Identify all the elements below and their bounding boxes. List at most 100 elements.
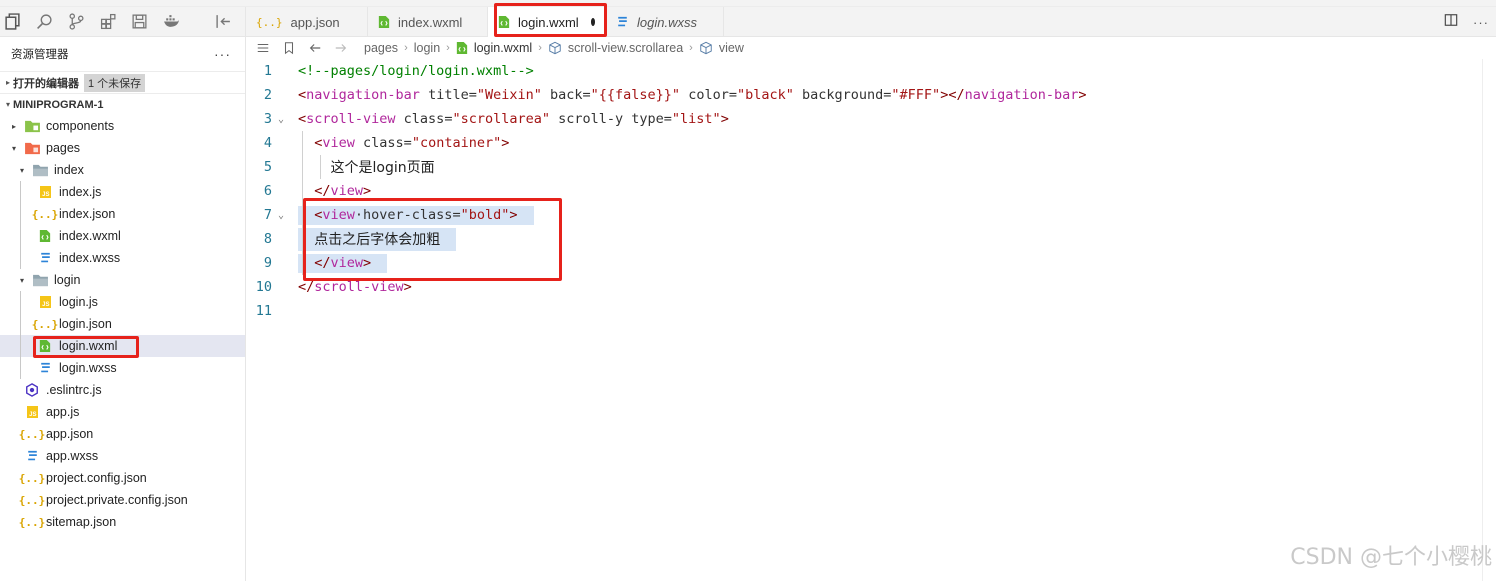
tree-item-label: index.wxss <box>59 251 121 265</box>
chevron-right-icon[interactable]: ▸ <box>8 122 20 131</box>
code-editor[interactable]: 1 <!--pages/login/login.wxml--> 2 <navigati… <box>246 59 1496 581</box>
tree-folder[interactable]: ▸ components <box>0 115 245 137</box>
code-text: 点击之后字体会加粗 <box>298 227 457 251</box>
source-control-icon[interactable] <box>66 11 87 33</box>
json-file-icon: {..} <box>31 207 59 221</box>
breadcrumb-item[interactable]: scroll-view.scrollarea <box>568 41 683 55</box>
code-text: </view> <box>298 183 371 199</box>
search-icon[interactable] <box>34 11 55 33</box>
docker-icon[interactable] <box>161 11 182 33</box>
tree-file[interactable]: index.wxss <box>0 247 245 269</box>
tree-folder[interactable]: ▾ login <box>0 269 245 291</box>
json-file-icon: {..} <box>18 515 46 529</box>
storage-icon[interactable] <box>129 11 150 33</box>
back-arrow-icon[interactable] <box>308 41 322 55</box>
more-actions-icon[interactable]: ··· <box>1466 15 1496 30</box>
more-actions-button[interactable]: ··· <box>214 46 231 62</box>
code-line[interactable]: 2 <navigation-bar title="Weixin" back="{{… <box>246 83 1496 107</box>
tab-label: index.wxml <box>398 14 463 30</box>
files-icon[interactable] <box>2 11 23 33</box>
tree-file[interactable]: .eslintrc.js <box>0 379 245 401</box>
breadcrumb-item[interactable]: login <box>414 41 440 55</box>
split-editor-icon[interactable] <box>1436 13 1466 31</box>
tree-file[interactable]: JS app.js <box>0 401 245 423</box>
breadcrumb-item[interactable]: login.wxml <box>474 41 532 55</box>
code-line[interactable]: 3 ⌄ <scroll-view class="scrollarea" scroll… <box>246 107 1496 131</box>
project-section[interactable]: ▾ MINIPROGRAM-1 <box>0 93 245 115</box>
outline-list-icon[interactable] <box>256 41 270 55</box>
unsaved-dot-icon[interactable] <box>590 18 595 26</box>
tab-label: app.json <box>290 14 340 30</box>
extensions-icon[interactable] <box>98 11 119 33</box>
fold-chevron-icon[interactable]: ⌄ <box>278 210 284 221</box>
breadcrumb-item[interactable]: pages <box>364 41 398 55</box>
line-number: 11 <box>255 303 272 319</box>
tree-file[interactable]: {..} project.config.json <box>0 467 245 489</box>
wxss-file-icon <box>37 250 53 266</box>
tree-file[interactable]: index.wxml <box>0 225 245 247</box>
indent-guide <box>320 155 321 179</box>
explorer-header: 资源管理器 ··· <box>0 37 245 71</box>
tree-item-label: index.js <box>59 185 102 199</box>
token-punc: ></ <box>940 87 965 103</box>
code-line[interactable]: 11 <box>246 299 1496 323</box>
forward-arrow-icon[interactable] <box>334 41 348 55</box>
breadcrumb-item[interactable]: view <box>719 41 744 55</box>
code-line[interactable]: 7 ⌄ <view·hover-class="bold"> <box>246 203 1496 227</box>
token-text: 这个是login页面 <box>330 160 435 176</box>
vertical-scrollbar[interactable] <box>1482 59 1496 581</box>
tree-file[interactable]: {..} login.json <box>0 313 245 335</box>
token-punc: < <box>298 87 307 103</box>
tree-file[interactable]: login.wxml <box>0 335 245 357</box>
json-file-icon: {..} <box>18 471 46 485</box>
token-attr <box>298 232 314 248</box>
code-line[interactable]: 5 这个是login页面 <box>246 155 1496 179</box>
collapse-icon[interactable] <box>213 11 234 33</box>
tree-item-label: login.json <box>59 317 112 331</box>
tree-file[interactable]: {..} index.json <box>0 203 245 225</box>
eslint-file-icon <box>24 382 40 398</box>
tab-login-wxml[interactable]: login.wxml <box>488 7 606 37</box>
chevron-down-icon[interactable]: ▾ <box>16 166 28 175</box>
js-file-icon: JS <box>24 404 40 420</box>
bookmark-icon[interactable] <box>282 41 296 55</box>
json-file-icon: {..} <box>256 15 283 29</box>
tree-file[interactable]: {..} app.json <box>0 423 245 445</box>
tree-file[interactable]: {..} sitemap.json <box>0 511 245 533</box>
code-line[interactable]: 1 <!--pages/login/login.wxml--> <box>246 59 1496 83</box>
code-line[interactable]: 6 </view> <box>246 179 1496 203</box>
chevron-down-icon[interactable]: ▾ <box>16 276 28 285</box>
tree-file[interactable]: JS login.js <box>0 291 245 313</box>
token-punc: > <box>509 206 518 223</box>
code-line[interactable]: 10 </scroll-view> <box>246 275 1496 299</box>
token-punc: < <box>298 111 307 127</box>
code-line[interactable]: 4 <view class="container"> <box>246 131 1496 155</box>
code-line[interactable]: 9 </view> <box>246 251 1496 275</box>
json-file-icon: {..} <box>18 493 46 507</box>
tree-file[interactable]: JS index.js <box>0 181 245 203</box>
tree-item-label: login.wxml <box>59 339 118 353</box>
editor-tabs: {..} app.json index.wxml login.wxml login.wx… <box>246 7 1496 37</box>
code-line[interactable]: 8 点击之后字体会加粗 <box>246 227 1496 251</box>
chevron-right-icon: › <box>404 42 408 54</box>
tree-folder[interactable]: ▾ pages <box>0 137 245 159</box>
fold-chevron-icon[interactable]: ⌄ <box>278 114 284 125</box>
token-str: "Weixin" <box>476 87 542 103</box>
chevron-down-icon[interactable]: ▾ <box>8 144 20 153</box>
token-punc: > <box>720 111 729 127</box>
open-editors-section[interactable]: ▸ 打开的编辑器 1 个未保存 <box>0 71 245 93</box>
line-number: 6 <box>263 183 272 199</box>
tab-login-wxss[interactable]: login.wxss <box>606 7 724 37</box>
tree-file[interactable]: app.wxss <box>0 445 245 467</box>
tree-folder[interactable]: ▾ index <box>0 159 245 181</box>
tree-item-label: app.json <box>46 427 94 441</box>
tab-index-wxml[interactable]: index.wxml <box>368 7 488 37</box>
token-punc: > <box>1078 87 1087 103</box>
folder-icon <box>32 162 48 178</box>
js-file-icon: JS <box>37 294 53 310</box>
token-str: "list" <box>671 111 721 127</box>
tree-file[interactable]: {..} project.private.config.json <box>0 489 245 511</box>
tree-file[interactable]: login.wxss <box>0 357 245 379</box>
indent-guide <box>20 291 21 379</box>
tab-app-json[interactable]: {..} app.json <box>246 7 368 37</box>
